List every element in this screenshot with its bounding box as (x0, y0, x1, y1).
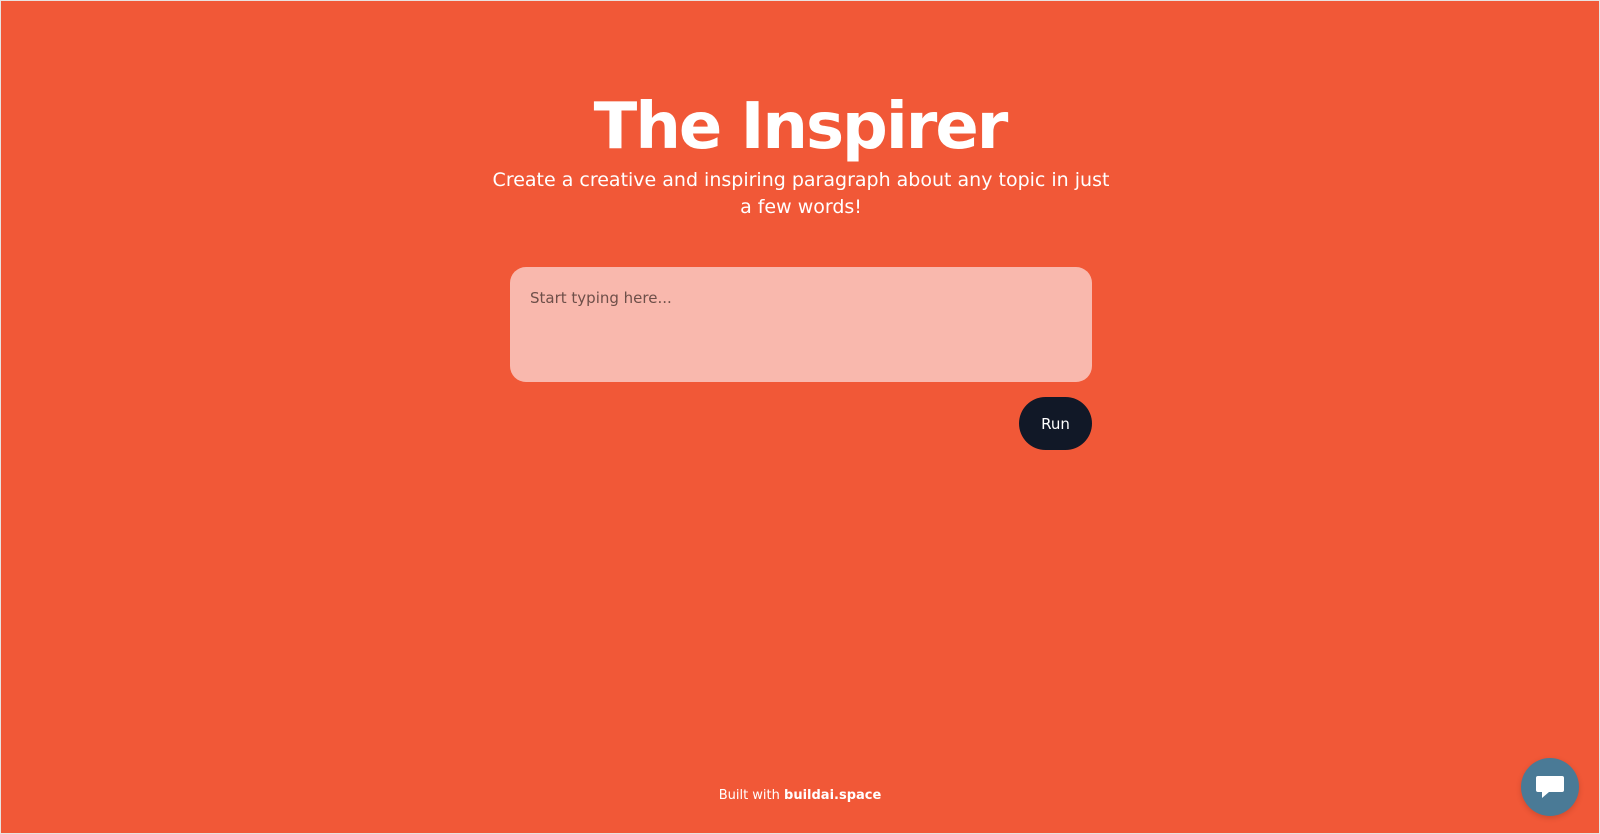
footer-prefix: Built with (718, 788, 785, 803)
footer: Built with buildai.space (1, 786, 1599, 806)
page-title: The Inspirer (593, 90, 1009, 164)
page-subtitle: Create a creative and inspiring paragrap… (492, 169, 1110, 218)
prompt-input[interactable] (510, 267, 1092, 382)
chat-button[interactable] (1521, 758, 1579, 816)
chat-bubble-icon (1535, 774, 1565, 800)
run-button[interactable]: Run (1019, 397, 1092, 450)
footer-brand-link[interactable]: buildai.space (784, 788, 881, 803)
